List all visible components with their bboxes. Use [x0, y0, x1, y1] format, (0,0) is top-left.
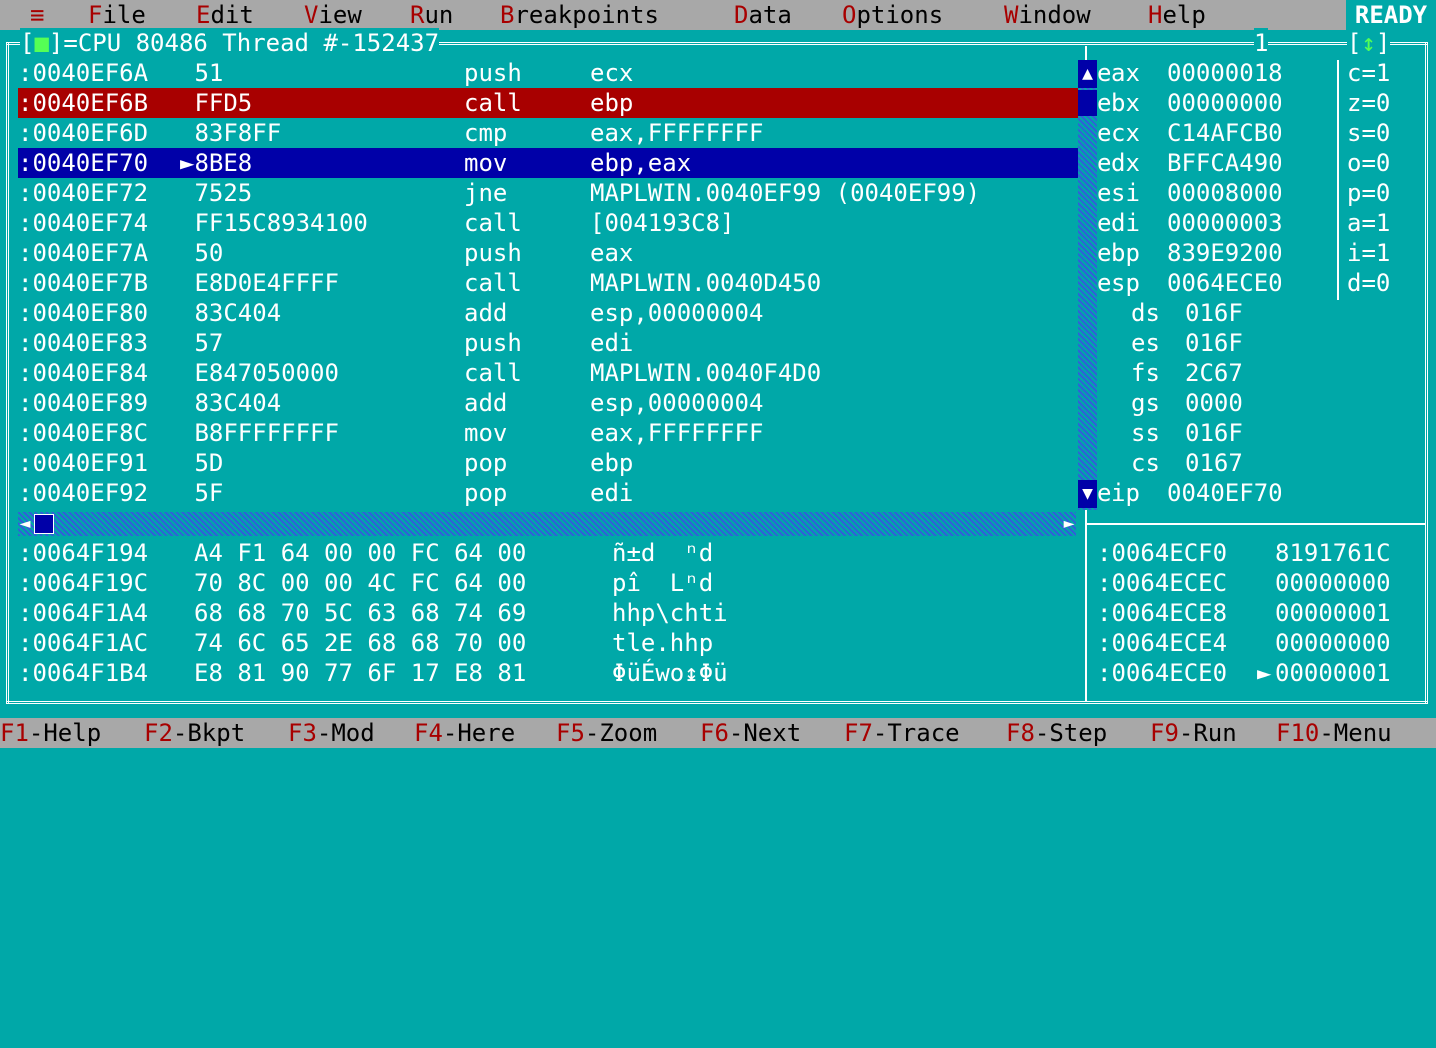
register-row[interactable]: e sp 0064ECE0 [1097, 268, 1337, 298]
menu-help[interactable]: Help [1148, 0, 1206, 30]
register-row[interactable]: e bp 839E9200 [1097, 238, 1337, 268]
scroll-right-arrow-icon[interactable]: ► [1058, 512, 1080, 536]
menu-data[interactable]: Data [734, 0, 792, 30]
code-row[interactable]: :0040EF80 83C404 add esp,00000004 [18, 298, 1078, 328]
register-row-eip[interactable]: e ip 0040EF70 [1097, 478, 1337, 508]
code-row[interactable]: :0040EF7B E8D0E4FFFF call MAPLWIN.0040D450 [18, 268, 1078, 298]
stack-row[interactable]: :0064ECF0 8191761C [1097, 538, 1427, 568]
window-number: 1 [1254, 28, 1269, 58]
stack-row[interactable]: :0064ECE4 00000000 [1097, 628, 1427, 658]
code-row[interactable]: :0040EF7A 50 push eax [18, 238, 1078, 268]
dump-row[interactable]: :0064F194 A4 F1 64 00 00 FC 64 00 ñ±d ⁿd [18, 538, 1078, 568]
window-title: CPU 80486 Thread #-152437 [77, 29, 440, 57]
segment-register-row[interactable]: fs 2C67 [1097, 358, 1337, 388]
code-vertical-scrollbar[interactable]: ▲ ▼ [1078, 60, 1097, 510]
code-row[interactable]: :0040EF8C B8FFFFFFFF mov eax,FFFFFFFF [18, 418, 1078, 448]
close-box-icon[interactable]: ■ [34, 29, 48, 57]
fkey-zoom[interactable]: F5-Zoom [556, 718, 657, 748]
menu-view[interactable]: View [304, 0, 362, 30]
fkey-mod[interactable]: F3-Mod [288, 718, 375, 748]
register-row[interactable]: e dx BFFCA490 [1097, 148, 1337, 178]
flag-direction[interactable]: d=0 [1347, 268, 1427, 298]
stack-row[interactable]: :0064ECEC 00000000 [1097, 568, 1427, 598]
stack-row[interactable]: :0064ECE8 00000001 [1097, 598, 1427, 628]
menu-options[interactable]: Options [842, 0, 943, 30]
code-row[interactable]: :0040EF6D 83F8FF cmp eax,FFFFFFFF [18, 118, 1078, 148]
register-row[interactable]: e bx 00000000 [1097, 88, 1337, 118]
code-horizontal-scrollbar[interactable]: ◄ ► [18, 512, 1076, 536]
dump-row[interactable]: :0064F1AC 74 6C 65 2E 68 68 70 00 tle.hhp [18, 628, 1078, 658]
code-row[interactable]: :0040EF89 83C404 add esp,00000004 [18, 388, 1078, 418]
dump-row[interactable]: :0064F19C 70 8C 00 00 4C FC 64 00 pî Lⁿd [18, 568, 1078, 598]
dump-row[interactable]: :0064F1A4 68 68 70 5C 63 68 74 69 hhp\chti [18, 598, 1078, 628]
code-row[interactable]: :0040EF72 7525 jne MAPLWIN.0040EF99 (0040E… [18, 178, 1078, 208]
menu-window[interactable]: Window [1004, 0, 1091, 30]
scroll-down-arrow-icon[interactable]: ▼ [1078, 480, 1097, 508]
fkey-menu[interactable]: F10-Menu [1276, 718, 1392, 748]
menu-breakpoints[interactable]: Breakpoints [500, 0, 659, 30]
scroll-up-arrow-icon[interactable]: ▲ [1078, 60, 1097, 88]
menu-run[interactable]: Run [410, 0, 453, 30]
flags-divider [1337, 60, 1339, 300]
fkey-trace[interactable]: F7-Trace [844, 718, 960, 748]
segment-register-row[interactable]: ds 016F [1097, 298, 1337, 328]
flag-overflow[interactable]: o=0 [1347, 148, 1427, 178]
segment-register-row[interactable]: ss 016F [1097, 418, 1337, 448]
code-row[interactable]: :0040EF83 57 push edi [18, 328, 1078, 358]
code-row[interactable]: :0040EF84 E847050000 call MAPLWIN.0040F4D0 [18, 358, 1078, 388]
fkey-bkpt[interactable]: F2-Bkpt [144, 718, 245, 748]
flag-zero[interactable]: z=0 [1347, 88, 1427, 118]
scroll-left-arrow-icon[interactable]: ◄ [14, 512, 36, 536]
fkey-next[interactable]: F6-Next [700, 718, 801, 748]
fkey-here[interactable]: F4-Here [414, 718, 515, 748]
segment-register-row[interactable]: gs 0000 [1097, 388, 1337, 418]
code-row[interactable]: :0040EF74 FF15C8934100 call [004193C8] [18, 208, 1078, 238]
pane-divider-right[interactable] [1085, 523, 1425, 525]
flag-interrupt[interactable]: i=1 [1347, 238, 1427, 268]
menu-file[interactable]: File [88, 0, 146, 30]
fkey-step[interactable]: F8-Step [1006, 718, 1107, 748]
flag-sign[interactable]: s=0 [1347, 118, 1427, 148]
code-row[interactable]: :0040EF92 5F pop edi [18, 478, 1078, 508]
segment-register-row[interactable]: cs 0167 [1097, 448, 1337, 478]
flag-auxiliary[interactable]: a=1 [1347, 208, 1427, 238]
scroll-thumb[interactable] [1078, 90, 1097, 116]
hscroll-thumb[interactable] [34, 514, 54, 534]
frame-left [6, 42, 9, 704]
register-row[interactable]: e si 00008000 [1097, 178, 1337, 208]
dump-row[interactable]: :0064F1B4 E8 81 90 77 6F 17 E8 81 ΦüÉwo↨Φü [18, 658, 1078, 688]
frame-bottom [6, 701, 1428, 704]
menu-edit[interactable]: Edit [196, 0, 254, 30]
code-row[interactable]: :0040EF6A 51 push ecx [18, 58, 1078, 88]
zoom-arrows-icon[interactable]: ↕ [1361, 29, 1375, 57]
register-row[interactable]: e ax 00000018 [1097, 58, 1337, 88]
stack-row-current[interactable]: :0064ECE0 ► 00000001 [1097, 658, 1427, 688]
segment-register-row[interactable]: es 016F [1097, 328, 1337, 358]
code-row-breakpoint[interactable]: :0040EF6B FFD5 call ebp [18, 88, 1078, 118]
system-menu-icon[interactable]: ≡ [30, 0, 44, 30]
status-indicator: READY [1346, 0, 1436, 30]
function-key-bar: F1-Help F2-Bkpt F3-Mod F4-Here F5-Zoom F… [0, 718, 1436, 748]
flag-parity[interactable]: p=0 [1347, 178, 1427, 208]
flag-carry[interactable]: c=1 [1347, 58, 1427, 88]
menu-bar: ≡ File Edit View Run Breakpoints Data Op… [0, 0, 1436, 30]
window-title-bar: [■]=CPU 80486 Thread #-152437 [20, 28, 440, 58]
fkey-help[interactable]: F1-Help [0, 718, 101, 748]
fkey-run[interactable]: F9-Run [1150, 718, 1237, 748]
zoom-box[interactable]: [↕] [1347, 28, 1391, 58]
register-row[interactable]: e cx C14AFCB0 [1097, 118, 1337, 148]
code-row[interactable]: :0040EF91 5D pop ebp [18, 448, 1078, 478]
code-row-current[interactable]: :0040EF70 ►8BE8 mov ebp,eax [18, 148, 1078, 178]
register-row[interactable]: e di 00000003 [1097, 208, 1337, 238]
